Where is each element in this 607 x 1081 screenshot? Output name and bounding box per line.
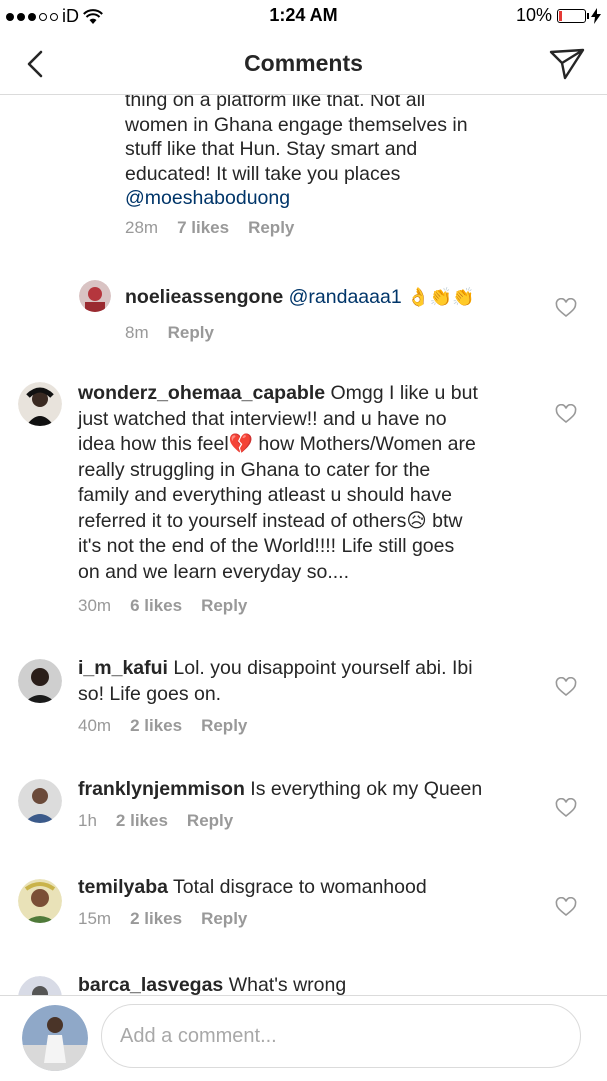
likes-count[interactable]: 7 likes xyxy=(177,218,229,238)
comment-line: just watched that interview!! and u have… xyxy=(78,407,447,430)
likes-count[interactable]: 6 likes xyxy=(130,596,182,616)
heart-outline-icon[interactable] xyxy=(555,798,577,818)
comment-body: noelieassengone @randaaaa1 👌👏👏 xyxy=(125,285,545,310)
username[interactable]: franklynjemmison xyxy=(78,778,245,800)
avatar xyxy=(22,1005,88,1071)
comment-meta: 15m 2 likes Reply xyxy=(78,909,266,929)
comment-line: so! Life goes on. xyxy=(78,682,222,705)
comment-line: Omgg I like u but xyxy=(325,382,478,404)
username[interactable]: temilyaba xyxy=(78,876,168,898)
comment-time: 40m xyxy=(78,716,112,735)
comment-time: 15m xyxy=(78,909,112,928)
page-title: Comments xyxy=(244,50,363,76)
comment-input[interactable] xyxy=(101,1004,581,1068)
status-right: 10% xyxy=(516,5,601,26)
comment-line: Total disgrace to womanhood xyxy=(167,876,427,898)
comment-body: franklynjemmison Is everything ok my Que… xyxy=(78,777,538,802)
comment-line: on and we learn everyday so.... xyxy=(78,560,349,583)
comment-body: temilyaba Total disgrace to womanhood xyxy=(78,875,538,900)
username[interactable]: noelieassengone xyxy=(125,286,283,308)
paper-plane-icon[interactable] xyxy=(547,44,587,84)
bolt-icon xyxy=(591,7,601,24)
avatar[interactable] xyxy=(18,976,62,995)
avatar[interactable] xyxy=(18,879,62,923)
comment-time: 8m xyxy=(125,323,149,342)
battery-icon xyxy=(557,8,589,23)
heart-outline-icon[interactable] xyxy=(555,404,577,424)
comment-line: idea how this feel💔 how Mothers/Women ar… xyxy=(78,433,476,455)
comment-body: wonderz_ohemaa_capable Omgg I like u but… xyxy=(78,381,538,585)
likes-count[interactable]: 2 likes xyxy=(130,909,182,929)
comment-line: What's wrong xyxy=(223,974,347,995)
comment-meta: 28m 7 likes Reply xyxy=(125,218,313,238)
reply-button[interactable]: Reply xyxy=(201,909,247,929)
avatar[interactable] xyxy=(18,382,62,426)
mention-link[interactable]: @randaaaa1 xyxy=(289,286,402,308)
mention-link[interactable]: @moeshaboduong xyxy=(125,186,585,211)
status-bar: iD 1:24 AM 10% xyxy=(0,0,607,34)
reply-button[interactable]: Reply xyxy=(187,811,233,831)
likes-count[interactable]: 2 likes xyxy=(116,811,168,831)
comment-time: 28m xyxy=(125,218,159,237)
comment-line: Is everything ok my Queen xyxy=(244,778,483,800)
comment-line: family and everything atleast u should h… xyxy=(78,484,452,506)
comment-line: referred it to yourself instead of other… xyxy=(78,509,463,532)
comment-line: educated! It will take you places xyxy=(125,162,401,185)
nav-bar: Comments xyxy=(0,34,607,95)
heart-outline-icon[interactable] xyxy=(555,897,577,917)
comment-list[interactable]: thing on a platform like that. Not all w… xyxy=(0,94,607,995)
comment-line: Lol. you disappoint yourself abi. Ibi xyxy=(167,657,473,679)
reply-button[interactable]: Reply xyxy=(168,323,214,343)
comment-meta: 30m 6 likes Reply xyxy=(78,596,266,616)
avatar[interactable] xyxy=(18,659,62,703)
username[interactable]: i_m_kafui xyxy=(78,657,168,679)
comment-body: barca_lasvegas What's wrong xyxy=(78,973,538,995)
comment-body: thing on a platform like that. Not all w… xyxy=(125,94,585,211)
comment-meta: 40m 2 likes Reply xyxy=(78,716,266,736)
likes-count[interactable]: 2 likes xyxy=(130,716,182,736)
heart-outline-icon[interactable] xyxy=(555,298,577,318)
comment-line: stuff like that Hun. Stay smart and xyxy=(125,138,418,160)
comment-meta: 1h 2 likes Reply xyxy=(78,811,252,831)
username[interactable]: wonderz_ohemaa_capable xyxy=(78,382,325,404)
avatar[interactable] xyxy=(79,280,111,312)
comment-line: thing on a platform like that. Not all xyxy=(125,94,426,111)
reply-button[interactable]: Reply xyxy=(248,218,294,238)
comment-body: i_m_kafui Lol. you disappoint yourself a… xyxy=(78,656,538,707)
avatar[interactable] xyxy=(18,779,62,823)
comment-composer xyxy=(0,995,607,1081)
comment-time: 30m xyxy=(78,596,112,615)
comment-line: women in Ghana engage themselves in xyxy=(125,113,468,136)
emoji: 👌👏👏 xyxy=(407,287,475,307)
reply-button[interactable]: Reply xyxy=(201,596,247,616)
comment-meta: 8m Reply xyxy=(125,323,233,343)
comment-time: 1h xyxy=(78,811,97,830)
heart-outline-icon[interactable] xyxy=(555,677,577,697)
comment-line: it's not the end of the World!!!! Life s… xyxy=(78,535,455,557)
battery-percent: 10% xyxy=(515,5,552,25)
comment-line: really struggling in Ghana to cater for … xyxy=(78,458,431,481)
username[interactable]: barca_lasvegas xyxy=(78,974,223,995)
reply-button[interactable]: Reply xyxy=(201,716,247,736)
